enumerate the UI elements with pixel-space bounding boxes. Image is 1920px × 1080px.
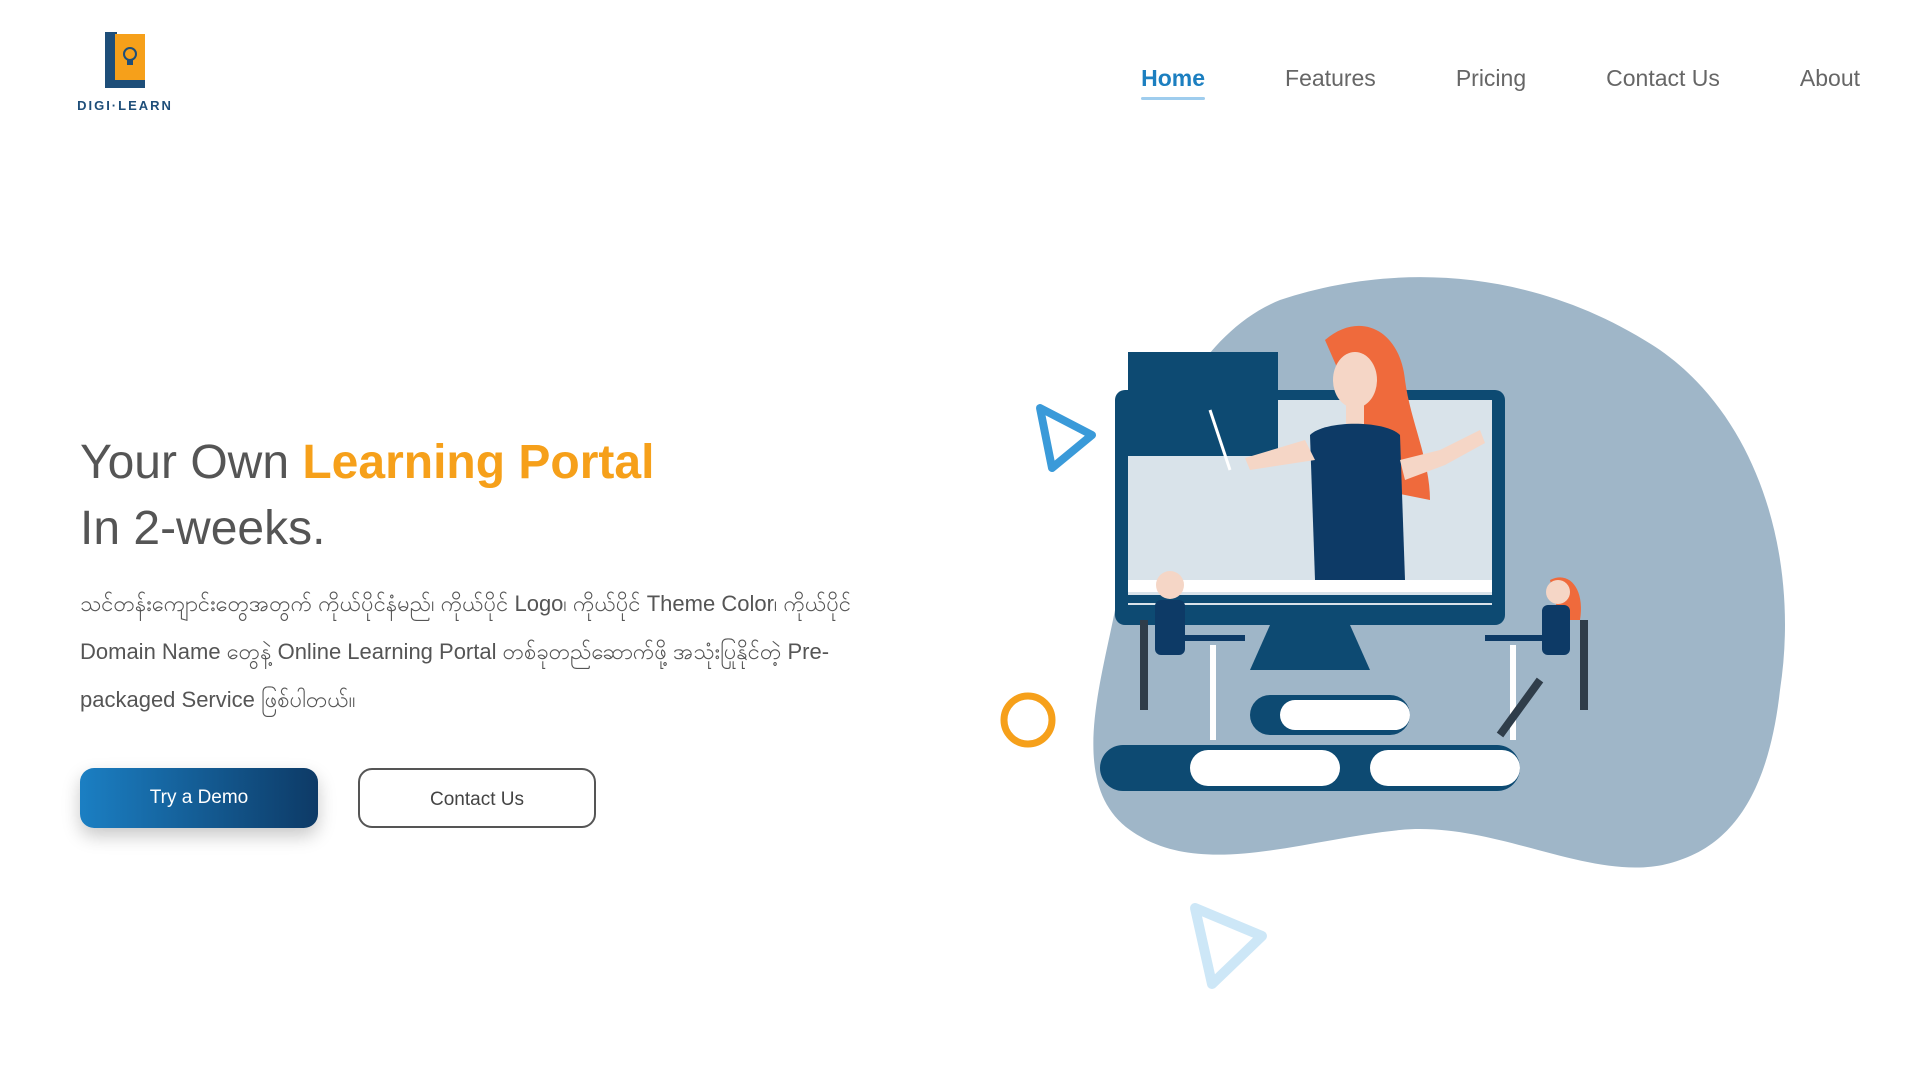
hero-title: Your Own Learning Portal In 2-weeks. bbox=[80, 430, 654, 562]
nav-features[interactable]: Features bbox=[1245, 60, 1416, 100]
nav-contact-us[interactable]: Contact Us bbox=[1566, 60, 1760, 100]
main-nav: Home Features Pricing Contact Us About bbox=[1101, 60, 1900, 100]
nav-pricing[interactable]: Pricing bbox=[1416, 60, 1566, 100]
book-bulb-icon bbox=[105, 32, 145, 88]
nav-home[interactable]: Home bbox=[1101, 60, 1245, 100]
hero-title-line2: In 2-weeks. bbox=[80, 502, 326, 555]
hero-illustration bbox=[1000, 277, 1785, 989]
ring-icon bbox=[1000, 692, 1056, 748]
hero-description: သင်တန်းကျောင်းတွေအတွက် ကိုယ်ပိုင်နံမည်၊ … bbox=[80, 591, 852, 712]
hero-title-accent: Learning Portal bbox=[302, 436, 655, 489]
logo[interactable]: DIGI·LEARN bbox=[55, 28, 195, 138]
nav-about[interactable]: About bbox=[1760, 60, 1900, 100]
play-triangle-icon bbox=[1190, 903, 1267, 989]
hero-title-prefix: Your Own bbox=[80, 436, 303, 489]
contact-us-button[interactable]: Contact Us bbox=[358, 768, 596, 828]
try-demo-button[interactable]: Try a Demo bbox=[80, 768, 318, 828]
logo-text: DIGI·LEARN bbox=[77, 98, 173, 113]
blackboard bbox=[1128, 352, 1278, 456]
play-triangle-icon bbox=[1036, 404, 1096, 472]
